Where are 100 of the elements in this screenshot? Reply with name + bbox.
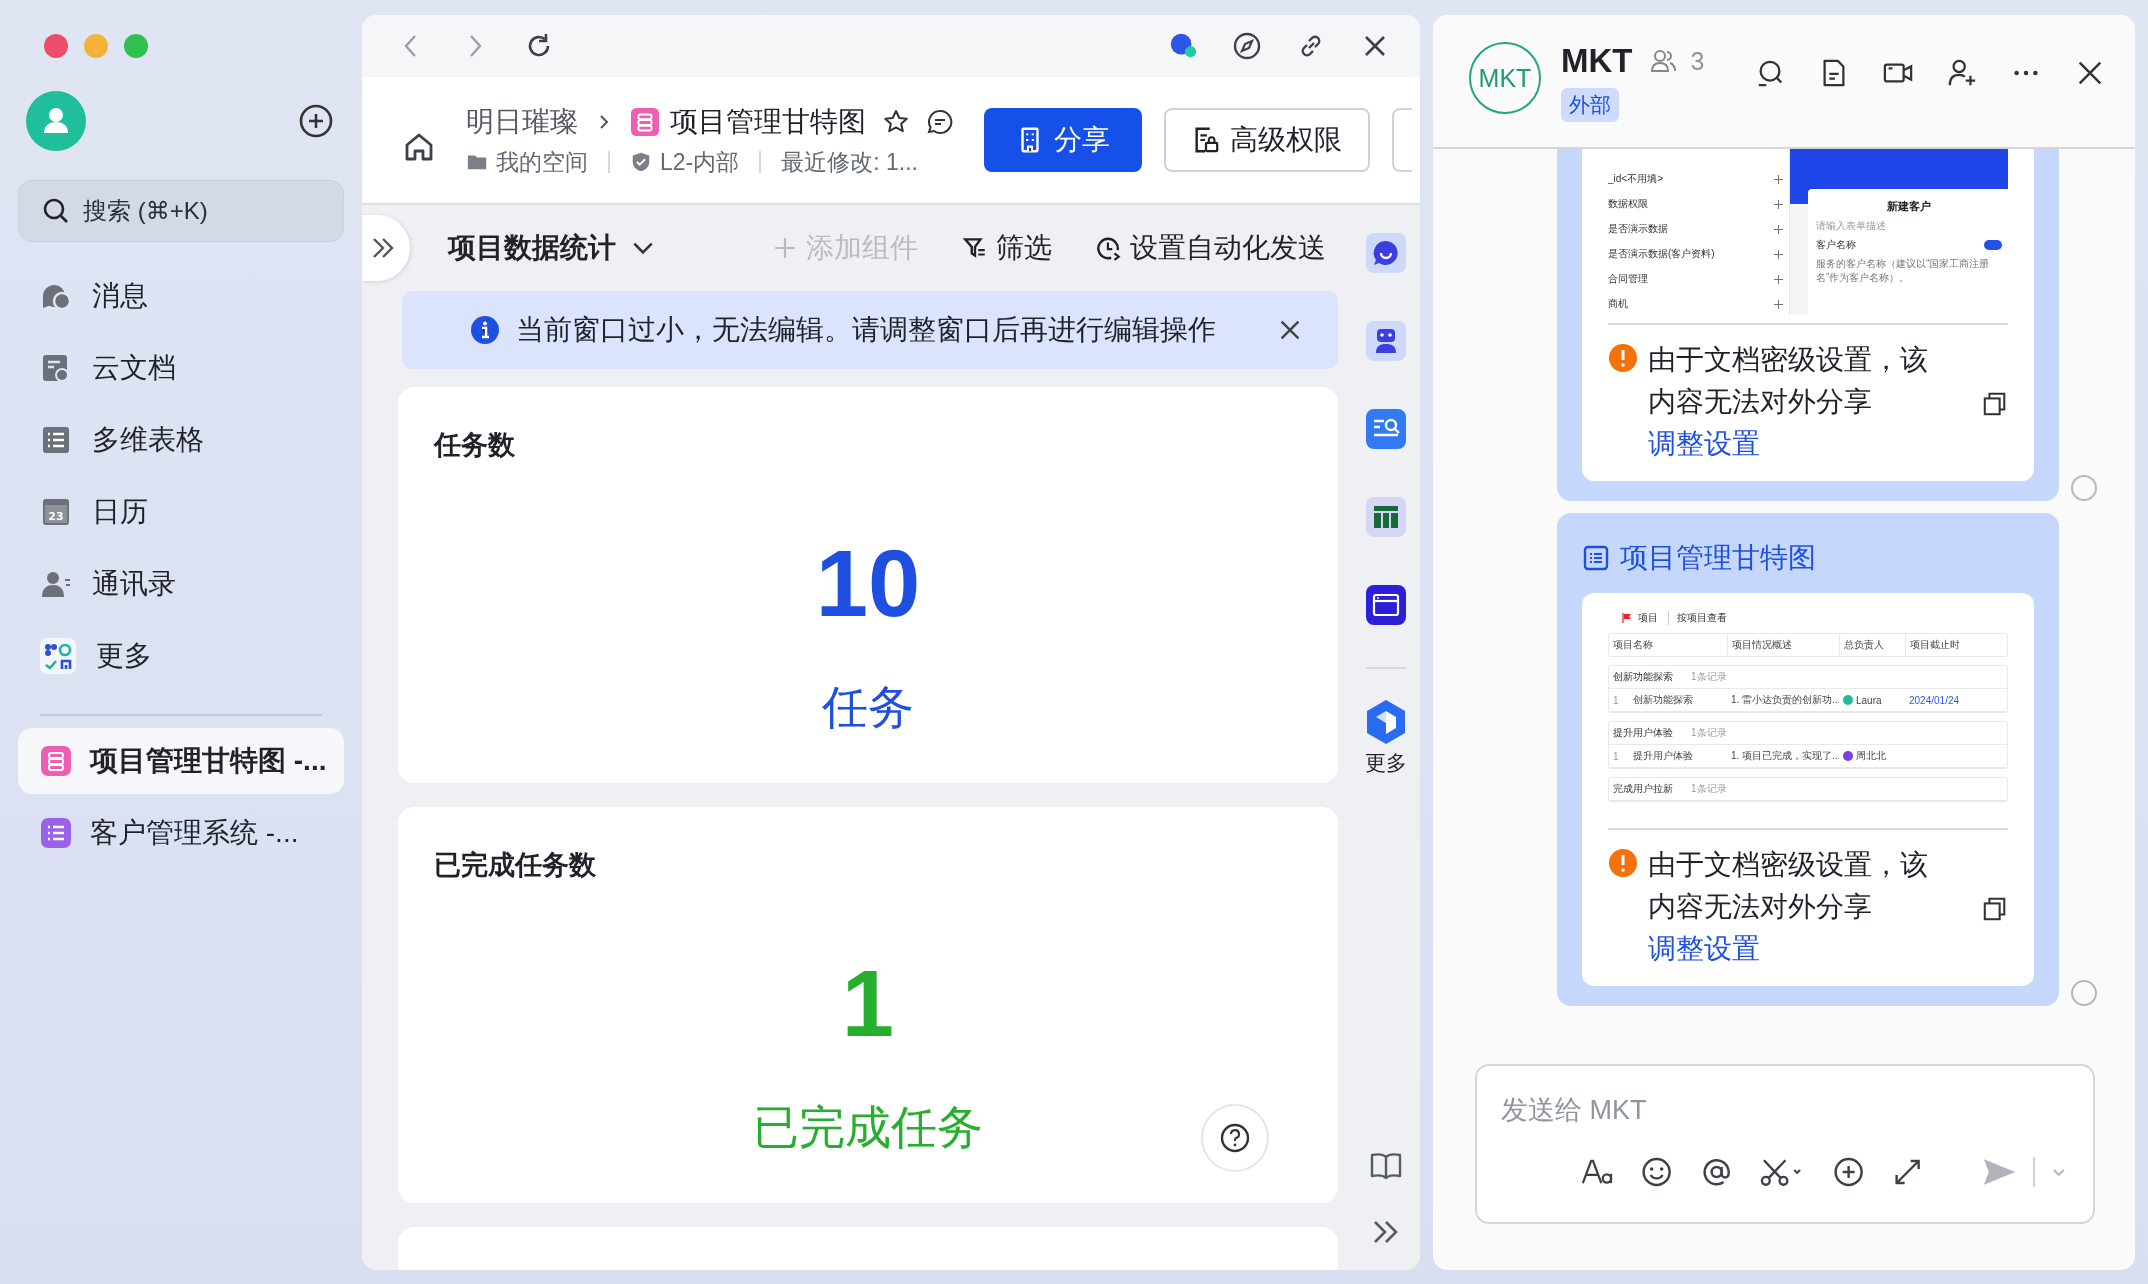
field-name: 是否演示数据: [1608, 222, 1668, 236]
table-cell-text: 创新功能探索: [1632, 693, 1694, 707]
recent-document-item[interactable]: 项目管理甘特图 -...: [18, 728, 344, 794]
gantt-doc-icon: [40, 745, 72, 777]
metric-value: 1: [841, 957, 895, 1051]
record-count: 1条记录: [1690, 782, 1727, 796]
metric-value: 10: [815, 537, 921, 631]
window-icon[interactable]: [1366, 585, 1406, 625]
flag-icon: [1622, 613, 1632, 623]
nav-item[interactable]: 23 日历: [18, 476, 344, 548]
record-count: 1条记录: [1690, 670, 1727, 684]
folder-name[interactable]: 我的空间: [496, 146, 588, 178]
document-title: 项目管理甘特图: [670, 104, 866, 139]
gantt-doc-icon: [630, 106, 660, 137]
field-hint: 服务的客户名称（建议以“国家工商注册名”作为客户名称）。: [1816, 257, 1991, 285]
chat-name: MKT: [1561, 42, 1633, 80]
select-radio[interactable]: [2071, 475, 2097, 501]
add-icon[interactable]: [298, 103, 334, 139]
plus-icon: [1774, 249, 1783, 259]
clock-icon: [1096, 235, 1122, 261]
nav-item[interactable]: 通讯录: [18, 548, 344, 620]
metric-label: 已完成任务: [753, 1100, 983, 1155]
comment-icon[interactable]: [926, 107, 954, 136]
document-lock-icon: [1192, 126, 1220, 154]
group-name: 提升用户体验: [1612, 726, 1674, 740]
column-header: 项目名称: [1612, 638, 1654, 652]
help-icon[interactable]: [1200, 1103, 1270, 1173]
column-header: 总负责人: [1839, 634, 1905, 656]
row-number: 1: [1612, 693, 1620, 708]
row-number: 1: [1612, 749, 1620, 764]
column-header: 项目截止时: [1905, 634, 1965, 656]
recent-document-item[interactable]: 客户管理系统 -...: [18, 800, 344, 866]
share-button[interactable]: 分享: [984, 108, 1142, 172]
list-doc-icon: [1582, 544, 1610, 572]
shield-icon: [630, 151, 652, 173]
members-icon[interactable]: [1650, 47, 1679, 75]
external-tag: 外部: [1561, 88, 1619, 122]
plus-icon: [772, 235, 798, 261]
expand-sidebar-icon[interactable]: [362, 215, 410, 281]
table-cell-text: 2024/01/24: [1908, 693, 1961, 708]
table-cell-text: 1. 项目已完成，实现了...: [1730, 749, 1839, 763]
nav-item[interactable]: 多维表格: [18, 404, 344, 476]
calendar-icon: 23: [40, 496, 72, 528]
search-field[interactable]: 搜索 (⌘+K): [18, 180, 344, 242]
add-member-icon[interactable]: [1947, 58, 1977, 88]
card-title: 已完成任务数: [434, 849, 596, 882]
plus-icon: [1774, 199, 1783, 209]
notice-text: 当前窗口过小，无法编辑。请调整窗口后再进行编辑操作: [516, 313, 1217, 347]
apps-icon: [40, 638, 76, 674]
adjust-settings-link[interactable]: 调整设置: [1648, 428, 1760, 459]
warning-icon: [1608, 343, 1638, 373]
owner-name: Laura: [1856, 694, 1882, 706]
warning-text: 由于文档密级设置，该内容无法对外分享 调整设置: [1648, 848, 1929, 966]
close-window-button[interactable]: [44, 34, 68, 58]
view-name: 按项目查看: [1668, 611, 1727, 625]
warning-icon: [1608, 848, 1638, 878]
copy-icon[interactable]: [1982, 391, 2008, 417]
select-radio[interactable]: [2071, 980, 2097, 1006]
table-cell-text: 提升用户体验: [1632, 749, 1694, 763]
record-count: 1条记录: [1690, 726, 1727, 740]
plus-icon: [1774, 274, 1783, 284]
group-name: 创新功能探索: [1612, 670, 1674, 684]
smile-chat-icon[interactable]: [1366, 233, 1406, 273]
info-icon: [470, 315, 500, 345]
table-cell-text: 1. 雷小达负责的创新功...: [1730, 693, 1839, 707]
list-doc-icon: [40, 817, 72, 849]
field-name: 是否演示数据(客户资料): [1608, 247, 1715, 261]
compass-icon[interactable]: [1232, 31, 1262, 61]
field-name: 数据权限: [1608, 197, 1648, 211]
document-link[interactable]: 项目管理甘特图: [1582, 539, 2034, 577]
emoji-icon[interactable]: [1640, 1156, 1674, 1188]
nav-item[interactable]: 消息: [18, 260, 344, 332]
card-title: 任务数: [434, 429, 515, 462]
warning-text: 由于文档密级设置，该内容无法对外分享 调整设置: [1648, 343, 1929, 461]
plus-icon: [1774, 224, 1783, 234]
copy-icon[interactable]: [1982, 896, 2008, 922]
plus-icon: [1774, 174, 1783, 184]
security-level[interactable]: L2-内部: [660, 146, 740, 178]
last-modified: 最近修改: 1...: [781, 147, 918, 177]
permissions-button[interactable]: 高级权限: [1164, 108, 1370, 172]
robot-icon[interactable]: [1366, 321, 1406, 361]
owner-name: 周北北: [1856, 749, 1886, 763]
adjust-settings-link[interactable]: 调整设置: [1648, 933, 1760, 964]
field-name: 合同管理: [1608, 272, 1648, 286]
add-icon[interactable]: [1831, 1156, 1866, 1188]
nav-item[interactable]: 云文档: [18, 332, 344, 404]
search-document-icon[interactable]: [1366, 409, 1406, 449]
table-icon[interactable]: [1366, 497, 1406, 537]
view-dropdown[interactable]: 项目数据统计: [448, 229, 656, 267]
auto-send-button[interactable]: 设置自动化发送: [1096, 229, 1326, 267]
nav-item[interactable]: 更多: [18, 620, 344, 692]
form-title: 新建客户: [1887, 199, 1931, 214]
more-label[interactable]: 更多: [1365, 749, 1407, 777]
breadcrumb-link[interactable]: 明日璀璨: [466, 102, 578, 141]
filter-button[interactable]: 筛选: [962, 229, 1052, 267]
table-icon: [40, 424, 72, 456]
column-header: 项目情况概述: [1727, 634, 1839, 656]
breadcrumb-text: 项目: [1638, 611, 1658, 625]
cube-icon[interactable]: [1365, 699, 1407, 745]
group-name: 完成用户拉新: [1612, 782, 1674, 796]
